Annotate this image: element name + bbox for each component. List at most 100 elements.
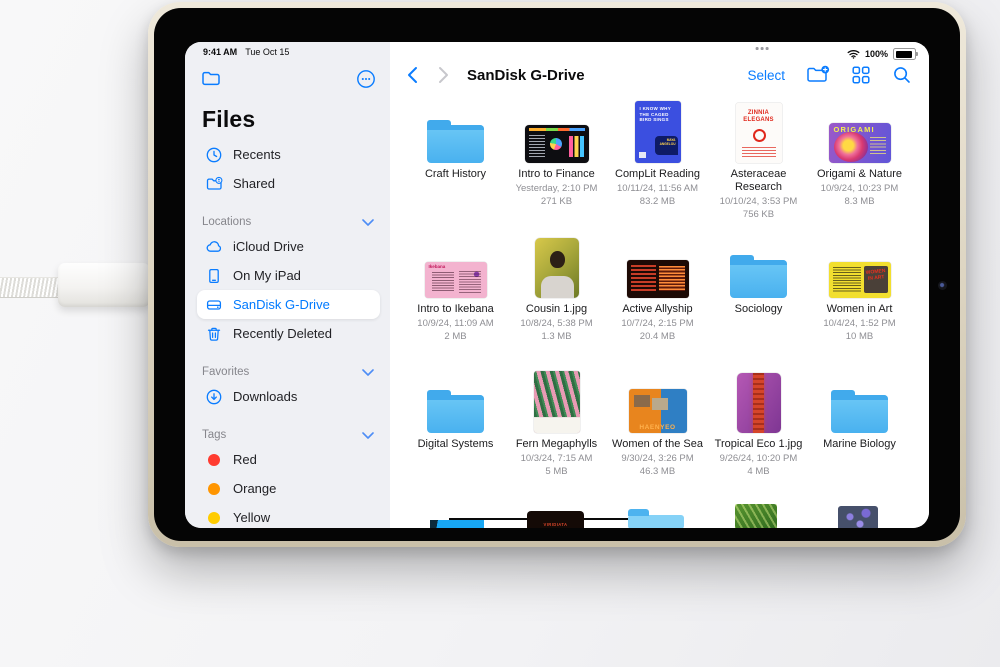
partial-file-thumbnail[interactable] bbox=[430, 520, 484, 528]
status-date: Tue Oct 15 bbox=[245, 47, 289, 57]
sidebar-item-tag-red[interactable]: Red bbox=[197, 445, 380, 474]
file-item-fern-megaphylls[interactable]: Fern Megaphylls 10/3/24, 7:15 AM 5 MB bbox=[506, 367, 607, 502]
file-item-intro-to-ikebana[interactable]: Ikebana Intro to Ikebana 10/9/24, 11:09 … bbox=[405, 232, 506, 367]
ipad-icon bbox=[205, 267, 223, 285]
file-name: Fern Megaphylls bbox=[516, 438, 597, 451]
file-date: 10/3/24, 7:15 AM bbox=[521, 453, 593, 465]
new-folder-icon[interactable] bbox=[806, 65, 830, 85]
file-item-origami-nature[interactable]: ORIGAMI Origami & Nature 10/9/24, 10:23 … bbox=[809, 97, 910, 232]
file-thumbnail bbox=[737, 373, 781, 433]
file-item-marine-biology[interactable]: Marine Biology bbox=[809, 367, 910, 502]
sidebar-item-tag-orange[interactable]: Orange bbox=[197, 474, 380, 503]
sidebar-item-label: Recents bbox=[233, 147, 281, 162]
partial-image-thumbnail[interactable] bbox=[735, 504, 777, 528]
sidebar-item-label: Recently Deleted bbox=[233, 326, 332, 341]
view-options-grid-icon[interactable] bbox=[851, 65, 871, 85]
file-name: Craft History bbox=[425, 168, 486, 181]
file-date: 10/8/24, 5:38 PM bbox=[520, 318, 592, 330]
folder-icon bbox=[427, 125, 484, 163]
section-header-locations[interactable]: Locations bbox=[197, 212, 380, 232]
file-date: 10/9/24, 10:23 PM bbox=[821, 183, 899, 195]
file-item-complit-reading[interactable]: I KNOW WHY THE CAGED BIRD SINGS MAYA ANG… bbox=[607, 97, 708, 232]
file-thumbnail: Ikebana bbox=[425, 262, 487, 298]
sidebar-item-downloads[interactable]: Downloads bbox=[197, 382, 380, 411]
file-item-craft-history[interactable]: Craft History bbox=[405, 97, 506, 232]
forward-button[interactable] bbox=[438, 66, 449, 84]
partial-image-thumbnail[interactable] bbox=[838, 506, 878, 528]
status-time: 9:41 AM bbox=[203, 47, 237, 57]
sidebar-item-label: Shared bbox=[233, 176, 275, 191]
file-item-women-of-the-sea[interactable]: HAENYEO Women of the Sea 9/30/24, 3:26 P… bbox=[607, 367, 708, 502]
external-drive-icon bbox=[205, 296, 223, 314]
sidebar-item-recents[interactable]: Recents bbox=[197, 140, 380, 169]
chevron-down-icon bbox=[362, 369, 374, 376]
folder-icon bbox=[730, 260, 787, 298]
file-item-cousin-jpg[interactable]: Cousin 1.jpg 10/8/24, 5:38 PM 1.3 MB bbox=[506, 232, 607, 367]
navigation-bar: SanDisk G-Drive Select bbox=[390, 61, 929, 89]
file-item-intro-to-finance[interactable]: Intro to Finance Yesterday, 2:10 PM 271 … bbox=[506, 97, 607, 232]
file-name: Asteraceae Research bbox=[711, 168, 807, 194]
file-name: Origami & Nature bbox=[817, 168, 902, 181]
file-item-sociology[interactable]: Sociology bbox=[708, 232, 809, 367]
file-date: 10/9/24, 11:09 AM bbox=[417, 318, 493, 330]
file-name: Digital Systems bbox=[418, 438, 494, 451]
file-item-tropical-eco-jpg[interactable]: Tropical Eco 1.jpg 9/26/24, 10:20 PM 4 M… bbox=[708, 367, 809, 502]
file-name: CompLit Reading bbox=[615, 168, 700, 181]
back-button[interactable] bbox=[407, 66, 418, 84]
file-date: Yesterday, 2:10 PM bbox=[516, 183, 598, 195]
usb-cable-connector bbox=[58, 263, 150, 307]
sidebar-toggle-folder-icon[interactable] bbox=[200, 68, 222, 95]
file-size: 2 MB bbox=[444, 331, 466, 343]
section-label: Favorites bbox=[202, 366, 249, 378]
file-date: 10/11/24, 11:56 AM bbox=[617, 183, 698, 195]
sidebar-item-sandisk-g-drive[interactable]: SanDisk G-Drive bbox=[197, 290, 380, 319]
file-date: 10/7/24, 2:15 PM bbox=[621, 318, 693, 330]
file-name: Active Allyship bbox=[622, 303, 692, 316]
file-item-women-in-art[interactable]: WOMEN IN ART Women in Art 10/4/24, 1:52 … bbox=[809, 232, 910, 367]
battery-icon bbox=[893, 48, 916, 60]
sidebar-item-label: iCloud Drive bbox=[233, 239, 304, 254]
file-date: 10/10/24, 3:53 PM bbox=[720, 196, 798, 208]
partial-folder-icon[interactable] bbox=[628, 515, 684, 528]
clock-icon bbox=[205, 146, 223, 164]
cloud-icon bbox=[205, 238, 223, 256]
sidebar-item-shared[interactable]: Shared bbox=[197, 169, 380, 198]
sidebar-item-recently-deleted[interactable]: Recently Deleted bbox=[197, 319, 380, 348]
file-item-asteraceae-research[interactable]: ZINNIA ELEGANS Asteraceae Research 10/10… bbox=[708, 97, 809, 232]
multitasking-indicator[interactable] bbox=[756, 47, 769, 50]
partial-file-thumbnail[interactable]: VIRIDIATA bbox=[527, 511, 584, 528]
files-sidebar: 9:41 AM Tue Oct 15 bbox=[185, 42, 390, 528]
select-button[interactable]: Select bbox=[747, 68, 785, 83]
trash-icon bbox=[205, 325, 223, 343]
sidebar-item-icloud-drive[interactable]: iCloud Drive bbox=[197, 232, 380, 261]
file-size: 8.3 MB bbox=[844, 196, 874, 208]
file-thumbnail bbox=[525, 125, 589, 163]
sidebar-more-icon[interactable] bbox=[355, 68, 377, 95]
section-header-tags[interactable]: Tags bbox=[197, 425, 380, 445]
file-thumbnail bbox=[627, 260, 689, 298]
file-name: Cousin 1.jpg bbox=[526, 303, 587, 316]
section-label: Locations bbox=[202, 216, 251, 228]
wifi-icon bbox=[847, 49, 860, 59]
sidebar-item-on-my-ipad[interactable]: On My iPad bbox=[197, 261, 380, 290]
file-item-digital-systems[interactable]: Digital Systems bbox=[405, 367, 506, 502]
file-date: 10/4/24, 1:52 PM bbox=[823, 318, 895, 330]
file-thumbnail: WOMEN IN ART bbox=[829, 262, 891, 298]
file-size: 83.2 MB bbox=[640, 196, 675, 208]
section-header-favorites[interactable]: Favorites bbox=[197, 362, 380, 382]
file-size: 271 KB bbox=[541, 196, 572, 208]
file-name: Women of the Sea bbox=[612, 438, 703, 451]
search-icon[interactable] bbox=[892, 65, 912, 85]
folder-icon bbox=[831, 395, 888, 433]
file-item-active-allyship[interactable]: Active Allyship 10/7/24, 2:15 PM 20.4 MB bbox=[607, 232, 708, 367]
chevron-down-icon bbox=[362, 432, 374, 439]
file-name: Intro to Finance bbox=[518, 168, 594, 181]
file-thumbnail bbox=[534, 371, 580, 433]
file-size: 10 MB bbox=[846, 331, 873, 343]
sidebar-item-tag-yellow[interactable]: Yellow bbox=[197, 503, 380, 528]
file-date: 9/26/24, 10:20 PM bbox=[720, 453, 798, 465]
ipad-bezel: 9:41 AM Tue Oct 15 bbox=[154, 8, 960, 541]
file-thumbnail: ZINNIA ELEGANS bbox=[736, 103, 782, 163]
file-size: 20.4 MB bbox=[640, 331, 675, 343]
ipad-screen: 9:41 AM Tue Oct 15 bbox=[185, 42, 929, 528]
